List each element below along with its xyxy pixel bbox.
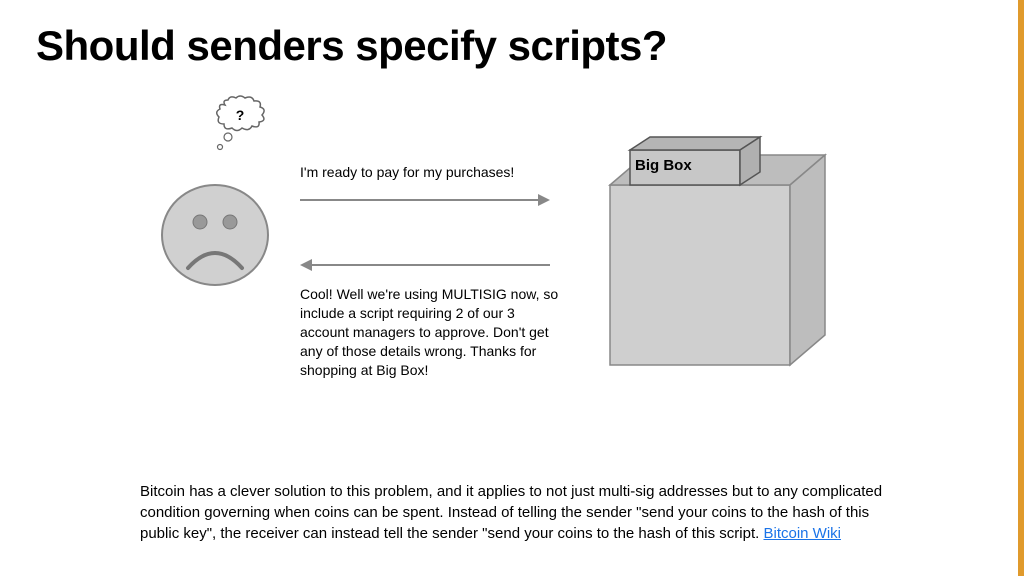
thought-bubble: ? xyxy=(210,95,270,155)
receiver-message: Cool! Well we're using MULTISIG now, so … xyxy=(300,285,560,379)
arrow-right-icon xyxy=(300,190,550,210)
box-label: Big Box xyxy=(635,157,692,174)
question-mark-icon: ? xyxy=(210,107,270,123)
explanation-paragraph: Bitcoin has a clever solution to this pr… xyxy=(140,481,900,544)
sender-message: I'm ready to pay for my purchases! xyxy=(300,163,560,182)
bitcoin-wiki-link[interactable]: Bitcoin Wiki xyxy=(763,525,841,542)
sad-face-icon xyxy=(160,180,270,290)
slide-title: Should senders specify scripts? xyxy=(36,22,667,70)
arrow-left-icon xyxy=(300,255,550,275)
big-box-illustration: Big Box xyxy=(600,135,840,375)
